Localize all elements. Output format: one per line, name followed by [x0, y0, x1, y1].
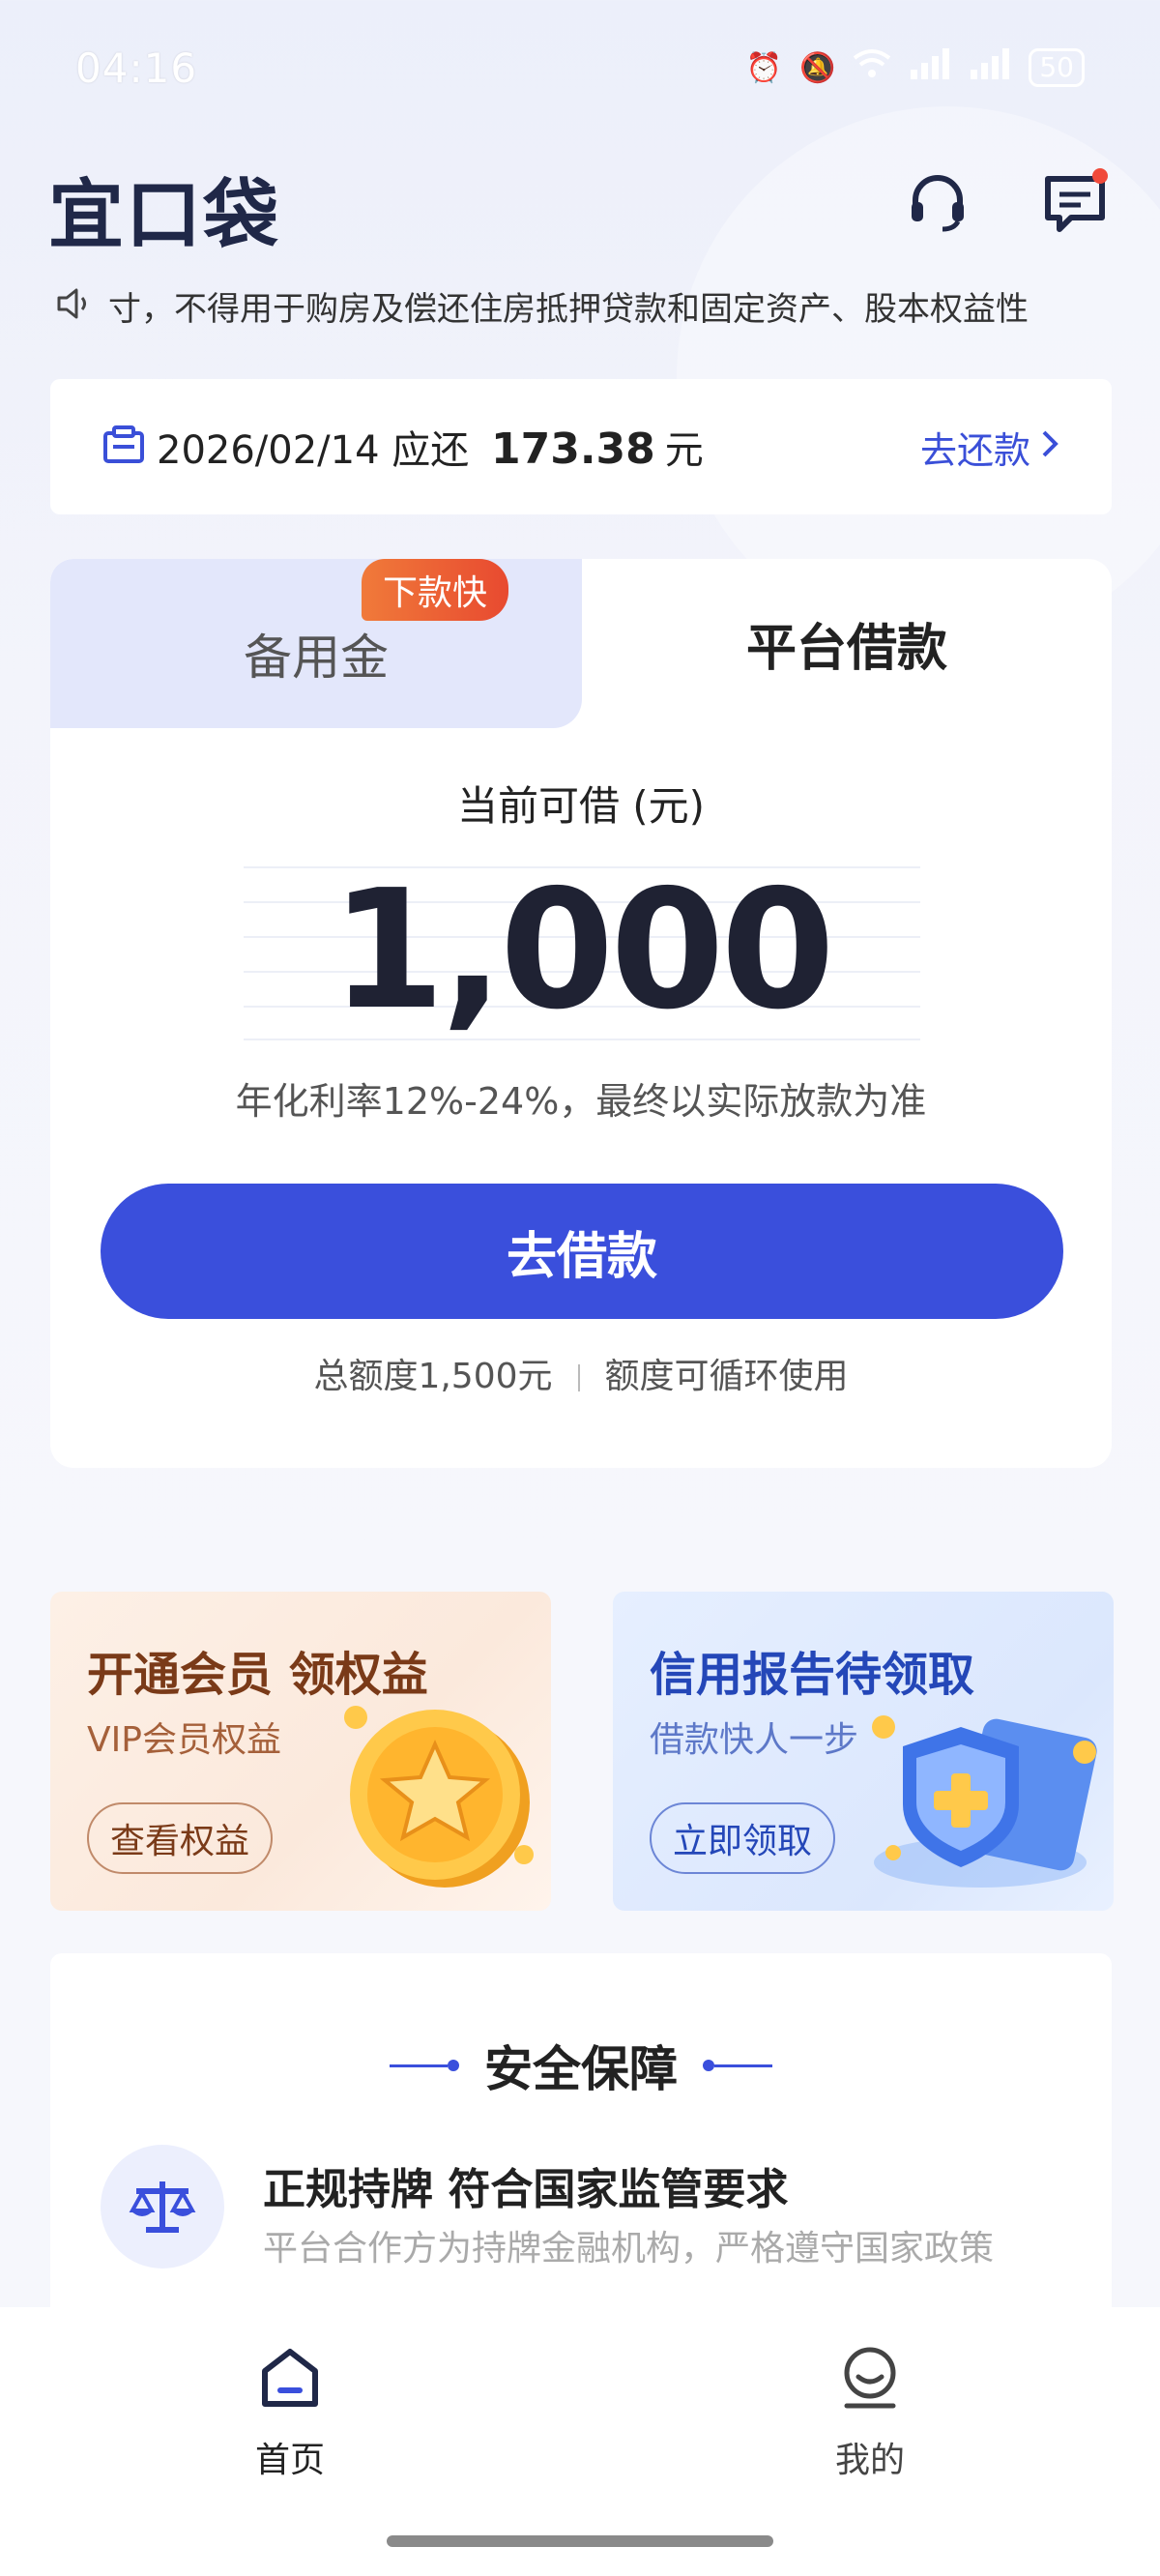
alarm-icon: ⏰ [745, 50, 782, 85]
signal-icon [969, 48, 1011, 87]
signal-icon [909, 48, 951, 87]
status-icons: ⏰ 🔕 50 [746, 48, 1085, 87]
quota-info: 总额度1,500元 额度可循环使用 [50, 1348, 1112, 1398]
profile-icon [839, 2346, 901, 2418]
total-quota: 总额度1,500元 [313, 1357, 553, 1396]
nav-mine-label: 我的 [834, 2441, 905, 2480]
nav-home[interactable]: 首页 [193, 2346, 387, 2482]
home-icon [259, 2346, 321, 2418]
repayment-unit: 元 [664, 428, 704, 473]
battery-indicator: 50 [1029, 48, 1085, 87]
notice-text: 寸，不得用于购房及偿还住房抵押贷款和固定资产、股本权益性 [108, 289, 1029, 329]
repayment-amount: 173.38 [490, 424, 655, 474]
interest-rate-text: 年化利率12%-24%，最终以实际放款为准 [235, 1080, 927, 1123]
available-label: 当前可借 (元) [456, 782, 706, 830]
view-benefits-button[interactable]: 查看权益 [87, 1802, 274, 1874]
repayment-date: 2026/02/14 [157, 428, 380, 473]
credit-report-promo-card[interactable]: 信用报告待领取 借款快人一步 立即领取 [613, 1592, 1114, 1911]
repayment-info: 2026/02/14 应还 173.38 元 [157, 419, 704, 475]
app-logo: 宜口袋 [48, 171, 281, 259]
mute-icon: 🔕 [799, 50, 836, 85]
security-heading: 安全保障 [50, 2031, 1112, 2100]
headset-icon[interactable] [899, 164, 976, 242]
repayment-due-label: 应还 [392, 428, 470, 473]
bottom-navigation: 首页 我的 [0, 2307, 1160, 2576]
speaker-icon [56, 287, 91, 324]
message-icon[interactable] [1036, 164, 1114, 242]
fast-disbursement-badge: 下款快 [362, 559, 509, 621]
security-item-title: 正规持牌 符合国家监管要求 [263, 2165, 789, 2214]
nav-mine[interactable]: 我的 [773, 2346, 967, 2482]
vip-promo-subtitle: VIP会员权益 [87, 1720, 281, 1760]
go-repay-label: 去还款 [919, 428, 1030, 472]
security-section: 安全保障 正规持牌 符合国家监管要求 平台合作方为持牌金融机构，严格遵守国家政策 [50, 1953, 1112, 2359]
credit-promo-title: 信用报告待领取 [650, 1648, 975, 1702]
nav-home-label: 首页 [254, 2441, 325, 2480]
credit-promo-subtitle: 借款快人一步 [650, 1720, 859, 1760]
scale-icon [101, 2145, 224, 2269]
heading-decoration-right [703, 2060, 772, 2071]
bill-icon [102, 425, 145, 468]
divider [577, 1364, 580, 1391]
vip-promo-card[interactable]: 开通会员 领权益 VIP会员权益 查看权益 [50, 1592, 551, 1911]
security-title: 安全保障 [484, 2041, 678, 2097]
home-indicator[interactable] [387, 2535, 773, 2547]
status-time: 04:16 [75, 44, 198, 92]
unread-dot [1092, 168, 1108, 184]
borrow-button[interactable]: 去借款 [101, 1184, 1063, 1319]
gold-coin-icon [331, 1688, 543, 1905]
heading-decoration-left [390, 2060, 459, 2071]
wifi-icon [853, 48, 891, 87]
repayment-card[interactable]: 2026/02/14 应还 173.38 元 去还款 [50, 379, 1112, 514]
loan-card: 备用金 平台借款 下款快 当前可借 (元) 1,000 年化利率12%-24%，… [50, 559, 1112, 1468]
claim-now-button[interactable]: 立即领取 [650, 1802, 836, 1874]
chevron-right-icon [1040, 425, 1059, 468]
security-item-description: 平台合作方为持牌金融机构，严格遵守国家政策 [263, 2229, 995, 2269]
notice-marquee[interactable]: 寸，不得用于购房及偿还住房抵押贷款和固定资产、股本权益性 [56, 280, 1119, 331]
tab-platform-loan[interactable]: 平台借款 [582, 559, 1112, 728]
shield-icon [855, 1698, 1106, 1905]
available-amount: 1,000 [331, 855, 835, 1046]
recycle-quota: 额度可循环使用 [604, 1357, 849, 1396]
go-repay-link[interactable]: 去还款 [920, 421, 1059, 474]
